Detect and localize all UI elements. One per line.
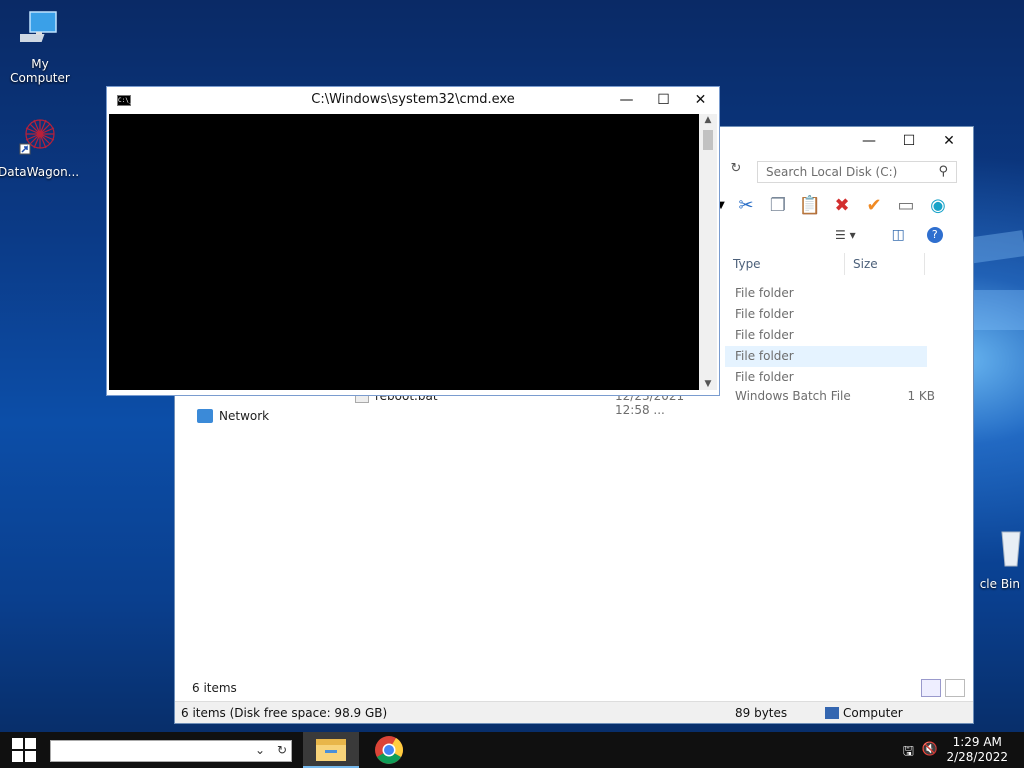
close-button[interactable]: ✕: [929, 127, 969, 154]
nav-item-network[interactable]: Network: [197, 409, 269, 423]
status-location: Computer: [843, 706, 903, 720]
column-headers: Type Size: [725, 253, 925, 275]
checkmark-icon[interactable]: ✔: [861, 192, 887, 218]
taskbar-app-chrome[interactable]: [361, 732, 417, 768]
globe-icon[interactable]: ◉: [925, 192, 951, 218]
refresh-icon[interactable]: ↻: [277, 743, 287, 757]
help-icon[interactable]: ?: [926, 227, 943, 243]
preview-pane-icon[interactable]: ◫: [892, 227, 905, 243]
clock-time: 1:29 AM: [952, 735, 1002, 749]
table-row[interactable]: File folder: [725, 367, 845, 388]
minimize-button[interactable]: —: [849, 127, 889, 154]
large-icons-view-button[interactable]: [945, 679, 965, 697]
table-row[interactable]: File folder: [725, 304, 845, 325]
view-options-icon[interactable]: ☰ ▾: [835, 228, 856, 242]
file-size: 1 KB: [907, 389, 935, 403]
maximize-button[interactable]: ☐: [889, 127, 929, 154]
chrome-icon: [375, 736, 403, 764]
computer-icon: [825, 707, 839, 719]
clock[interactable]: 1:29 AM 2/28/2022: [946, 735, 1008, 765]
computer-icon: [0, 8, 80, 53]
folder-icon: [316, 739, 346, 761]
table-row[interactable]: File folder: [725, 325, 845, 346]
view-buttons: [921, 679, 965, 697]
desktop-icon-datawagon[interactable]: DataWagon...: [0, 112, 80, 179]
details-view-button[interactable]: [921, 679, 941, 697]
recycle-bin-icon: [974, 528, 1024, 571]
taskbar-app-file-explorer[interactable]: [303, 732, 359, 768]
search-input[interactable]: Search Local Disk (C:) ⚲: [757, 161, 957, 183]
status-size: 89 bytes: [735, 706, 788, 720]
search-placeholder: Search Local Disk (C:): [766, 165, 898, 179]
delete-icon[interactable]: ✖: [829, 192, 855, 218]
column-header-size[interactable]: Size: [845, 253, 925, 275]
scroll-thumb[interactable]: [703, 130, 713, 150]
cmd-window: C:\_ C:\Windows\system32\cmd.exe — ☐ ✕ ▲…: [106, 86, 720, 396]
rename-icon[interactable]: ▭: [893, 192, 919, 218]
maximize-button[interactable]: ☐: [645, 87, 682, 113]
refresh-icon[interactable]: ↻: [723, 161, 749, 183]
file-type: Windows Batch File: [735, 389, 851, 403]
close-button[interactable]: ✕: [682, 87, 719, 113]
desktop-icon-label: My Computer: [10, 57, 70, 85]
network-icon[interactable]: 🖫: [903, 742, 914, 764]
table-row[interactable]: File folder: [725, 283, 845, 304]
paste-icon[interactable]: 📋: [797, 192, 823, 218]
table-row[interactable]: File folder: [725, 346, 927, 367]
scroll-down-icon[interactable]: ▼: [699, 379, 717, 389]
scroll-up-icon[interactable]: ▲: [699, 115, 717, 125]
nav-label: Network: [219, 409, 270, 423]
column-header-type[interactable]: Type: [725, 253, 845, 275]
volume-muted-icon[interactable]: 🔇: [922, 742, 938, 757]
taskbar: ⌄ ↻ 🖫 🔇 1:29 AM 2/28/2022: [0, 732, 1024, 768]
copy-icon[interactable]: ❐: [765, 192, 791, 218]
view-toolbar: ☰ ▾ ◫ ?: [835, 223, 943, 247]
chevron-down-icon[interactable]: ⌄: [255, 743, 265, 757]
taskbar-search-input[interactable]: ⌄ ↻: [50, 740, 292, 762]
desktop-icon-label: DataWagon...: [0, 165, 80, 179]
minimize-button[interactable]: —: [608, 87, 645, 113]
network-icon: [197, 409, 213, 423]
explorer-toolbar: ▼ ✂ ❐ 📋 ✖ ✔ ▭ ◉: [715, 189, 951, 221]
status-disk-space: 6 items (Disk free space: 98.9 GB): [181, 706, 388, 720]
clock-date: 2/28/2022: [946, 750, 1008, 764]
cmd-titlebar[interactable]: C:\_ C:\Windows\system32\cmd.exe — ☐ ✕: [107, 87, 719, 113]
console-output[interactable]: [109, 114, 701, 390]
desktop-icon-my-computer[interactable]: My Computer: [0, 8, 80, 85]
windows-logo-icon: [12, 738, 36, 762]
start-button[interactable]: [0, 732, 48, 768]
search-icon: ⚲: [938, 164, 948, 179]
scrollbar[interactable]: ▲ ▼: [699, 114, 717, 390]
item-count: 6 items: [192, 681, 237, 695]
cut-icon[interactable]: ✂: [733, 192, 759, 218]
status-bar: 6 items (Disk free space: 98.9 GB) 89 by…: [175, 701, 973, 723]
datawagon-icon: [0, 112, 78, 161]
